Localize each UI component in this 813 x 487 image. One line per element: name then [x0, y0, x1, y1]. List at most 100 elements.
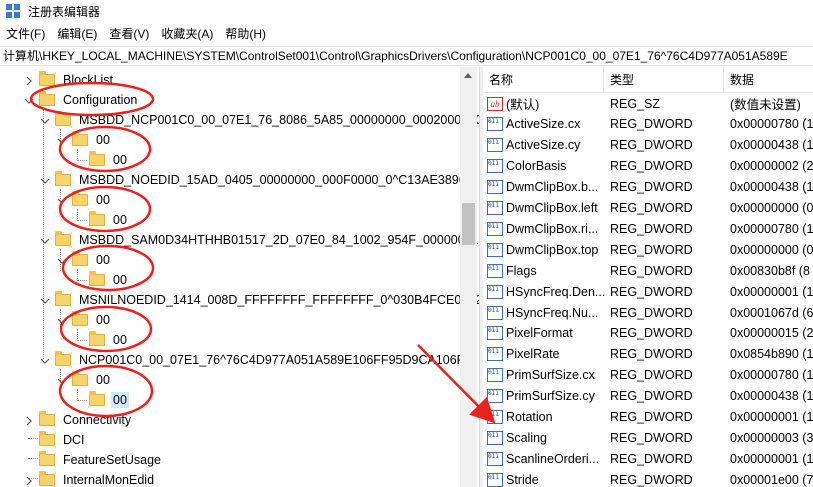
chevron-down-icon[interactable] [40, 295, 50, 305]
folder-icon [39, 411, 55, 426]
list-item[interactable]: ab (默认) REG_SZ (数值未设置) [483, 93, 813, 114]
tree-node[interactable]: MSBDD_NCP001C0_00_07E1_76_8086_5A85_0000… [40, 110, 479, 130]
scroll-up-arrow-icon[interactable] [464, 73, 472, 78]
tree-node[interactable]: BlockList [24, 70, 115, 90]
value-name: 011 110Scaling [487, 430, 605, 445]
folder-icon [89, 151, 105, 166]
chevron-down-icon[interactable] [40, 175, 50, 185]
chevron-down-icon[interactable] [40, 115, 50, 125]
chevron-down-icon[interactable] [57, 195, 67, 205]
folder-icon [89, 391, 105, 406]
value-data: 0x0001067d (6 [730, 305, 813, 320]
tree-node[interactable]: 00 [74, 390, 129, 410]
value-name-text: (默认) [506, 98, 540, 112]
list-item[interactable]: 011 110DwmClipBox.b... REG_DWORD 0x0000043… [483, 177, 813, 198]
list-item[interactable]: 011 110HSyncFreq.Den... REG_DWORD 0x000000… [483, 281, 813, 302]
menu-favorites[interactable]: 收藏夹(A) [155, 24, 219, 44]
list-item[interactable]: 011 110PixelFormat REG_DWORD 0x00000015 (2 [483, 323, 813, 344]
tree-node[interactable]: Configuration [24, 90, 139, 110]
tree-node[interactable]: 00 [74, 270, 129, 290]
tree-node[interactable]: InternalMonEdid [24, 470, 156, 487]
column-header-name[interactable]: 名称 [483, 67, 604, 93]
tree-scrollbar[interactable] [460, 67, 477, 487]
list-item[interactable]: 011 110ScanlineOrderi... REG_DWORD 0x00000… [483, 448, 813, 469]
folder-icon [39, 451, 55, 466]
tree-node[interactable]: Connectivity [24, 410, 133, 430]
value-type: REG_DWORD [610, 410, 693, 424]
value-name-text: HSyncFreq.Den... [506, 284, 605, 299]
list-item[interactable]: 011 110PixelRate REG_DWORD 0x0854b890 (1 [483, 344, 813, 365]
value-name-text: PrimSurfSize.cx [506, 368, 595, 383]
value-name: 011 110ActiveSize.cy [487, 138, 605, 153]
binary-value-icon: 011 110 [487, 201, 503, 215]
folder-icon [72, 371, 88, 386]
chevron-right-icon[interactable] [24, 475, 34, 486]
chevron-down-icon[interactable] [57, 315, 67, 325]
list-item[interactable]: 011 110ActiveSize.cx REG_DWORD 0x00000780 … [483, 114, 813, 135]
tree-node[interactable]: 00 [57, 370, 112, 390]
tree-node[interactable]: 00 [57, 250, 112, 270]
tree-node-label: DCI [63, 433, 85, 447]
list-item[interactable]: 011 110DwmClipBox.left REG_DWORD 0x0000000… [483, 198, 813, 219]
list-item[interactable]: 011 110Flags REG_DWORD 0x00830b8f (8 [483, 260, 813, 281]
binary-value-icon: 011 110 [487, 410, 503, 424]
menu-edit[interactable]: 编辑(E) [51, 24, 103, 44]
chevron-down-icon[interactable] [40, 355, 50, 365]
tree-node[interactable]: DCI [24, 430, 87, 450]
tree-node[interactable]: 00 [74, 330, 129, 350]
value-data: 0x00000780 (1 [730, 221, 813, 236]
value-type: REG_DWORD [610, 451, 693, 466]
scroll-thumb[interactable] [462, 203, 475, 245]
tree-node[interactable]: FeatureSetUsage [24, 450, 163, 470]
list-item[interactable]: 011 110PrimSurfSize.cy REG_DWORD 0x0000043… [483, 386, 813, 407]
key-tree[interactable]: BlockList Configuration MSBDD_NCP001C0_00_… [0, 67, 479, 487]
chevron-down-icon[interactable] [57, 375, 67, 385]
tree-node-label: 00 [96, 373, 110, 387]
value-name-text: ScanlineOrderi... [506, 451, 600, 466]
menu-bar: 文件(F) 编辑(E) 查看(V) 收藏夹(A) 帮助(H) [0, 24, 813, 44]
list-item[interactable]: 011 110Rotation REG_DWORD 0x00000001 (1 [483, 407, 813, 428]
column-header-data[interactable]: 数据 [724, 67, 813, 93]
chevron-down-icon[interactable] [57, 135, 67, 145]
tree-node[interactable]: NCP001C0_00_07E1_76^76C4D977A051A589E106… [40, 350, 466, 370]
list-item[interactable]: 011 110ActiveSize.cy REG_DWORD 0x00000438 … [483, 135, 813, 156]
values-list[interactable]: 名称 类型 数据 ab(默认)REG_SZ(数值未设置)011 110Activ… [483, 67, 813, 487]
chevron-down-icon[interactable] [24, 95, 34, 105]
tree-node[interactable]: 00 [57, 190, 112, 210]
tree-node[interactable]: MSBDD_SAM0D34HTHHB01517_2D_07E0_84_1002_… [40, 230, 479, 250]
tree-node[interactable]: MSNILNOEDID_1414_008D_FFFFFFFF_FFFFFFFF_… [40, 290, 479, 310]
value-name: 011 110DwmClipBox.b... [487, 180, 605, 195]
value-data: 0x00000001 (1 [730, 410, 813, 424]
tree-node[interactable]: 00 [74, 150, 129, 170]
chevron-down-icon[interactable] [57, 255, 67, 265]
menu-view[interactable]: 查看(V) [103, 24, 155, 44]
address-bar[interactable]: 计算机\HKEY_LOCAL_MACHINE\SYSTEM\ControlSet… [0, 46, 813, 66]
value-type: REG_DWORD [610, 117, 693, 132]
list-item[interactable]: 011 110ColorBasis REG_DWORD 0x00000002 (2 [483, 156, 813, 177]
chevron-right-icon[interactable] [24, 75, 34, 86]
list-item[interactable]: 011 110Stride REG_DWORD 0x00001e00 (7 [483, 469, 813, 487]
list-item[interactable]: 011 110DwmClipBox.top REG_DWORD 0x00000000… [483, 239, 813, 260]
chevron-down-icon[interactable] [40, 235, 50, 245]
column-header-type[interactable]: 类型 [604, 67, 724, 93]
tree-node[interactable]: 00 [74, 210, 129, 230]
value-name-text: PixelFormat [506, 326, 573, 341]
folder-icon [55, 111, 71, 126]
value-data: 0x00000000 (0 [730, 201, 813, 215]
tree-node[interactable]: MSBDD_NOEDID_15AD_0405_00000000_000F0000… [40, 170, 475, 190]
value-type: REG_DWORD [610, 242, 693, 257]
list-header: 名称 类型 数据 [483, 67, 813, 93]
binary-value-icon: 011 110 [487, 472, 503, 487]
value-data: 0x00000001 (1 [730, 284, 813, 299]
list-item[interactable]: 011 110PrimSurfSize.cx REG_DWORD 0x0000078… [483, 365, 813, 386]
list-item[interactable]: 011 110Scaling REG_DWORD 0x00000003 (3 [483, 427, 813, 448]
chevron-right-icon[interactable] [24, 415, 34, 426]
menu-help[interactable]: 帮助(H) [219, 24, 272, 44]
list-item[interactable]: 011 110HSyncFreq.Nu... REG_DWORD 0x0001067… [483, 302, 813, 323]
tree-node[interactable]: 00 [57, 310, 112, 330]
tree-node[interactable]: 00 [57, 130, 112, 150]
menu-file[interactable]: 文件(F) [0, 24, 51, 44]
list-item[interactable]: 011 110DwmClipBox.ri... REG_DWORD 0x000007… [483, 218, 813, 239]
binary-value-icon: 011 110 [487, 284, 503, 299]
